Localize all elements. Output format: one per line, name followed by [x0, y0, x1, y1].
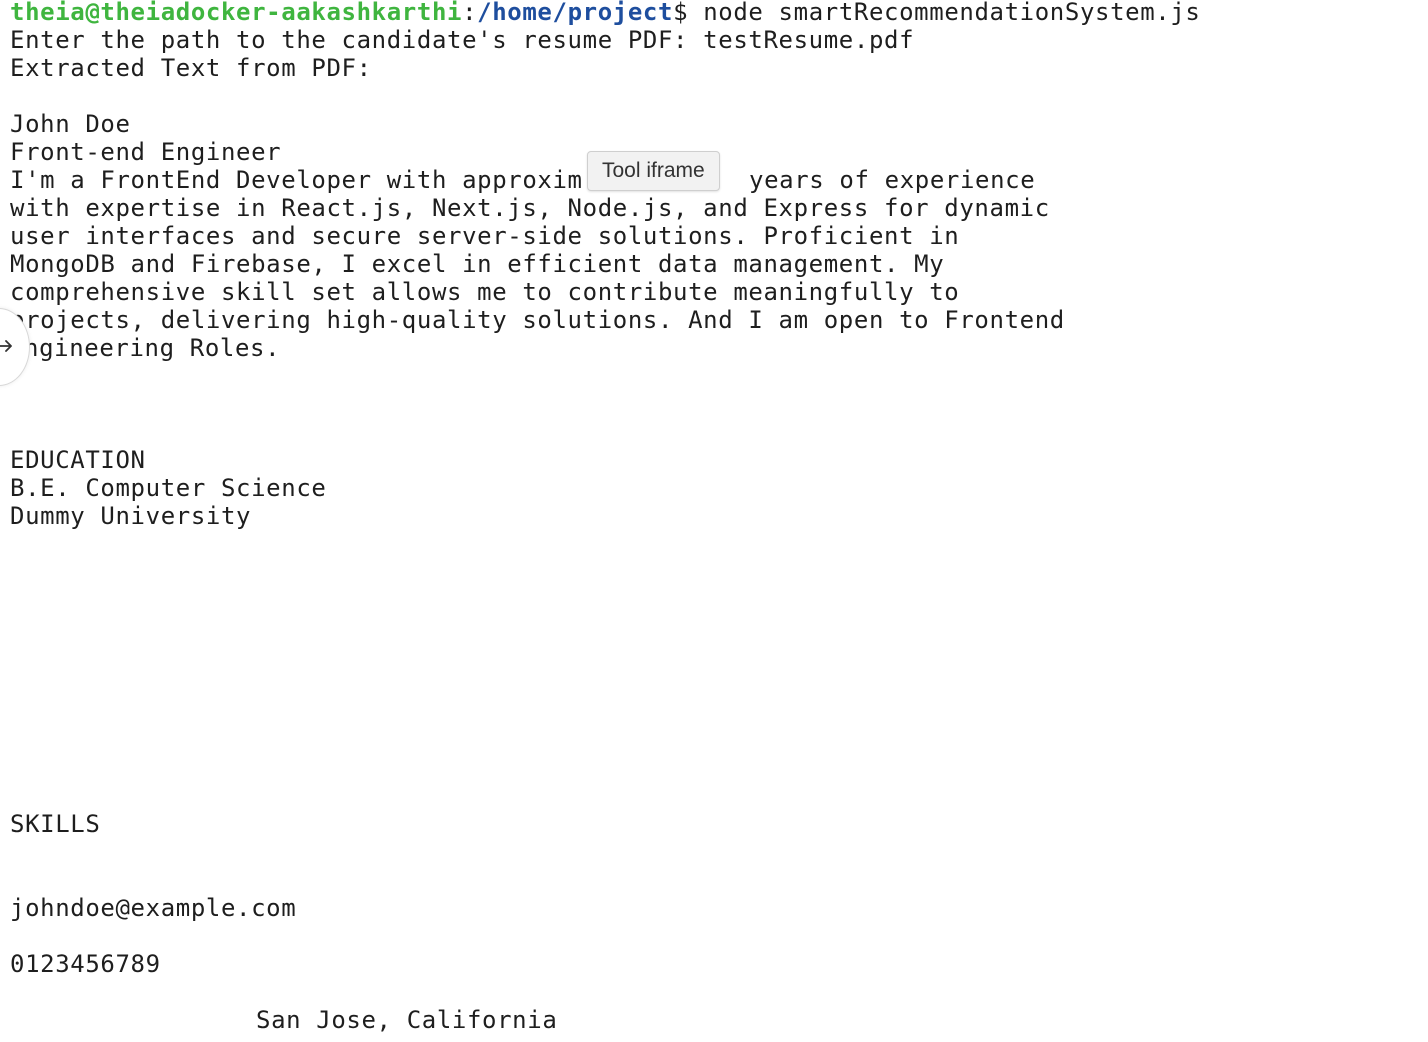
- contact-location: San Jose, California: [256, 1006, 558, 1034]
- prompt-separator: :: [462, 0, 478, 26]
- arrow-right-icon: [0, 340, 12, 352]
- prompt-path: /home/project: [477, 0, 674, 26]
- education-heading: EDUCATION: [10, 446, 146, 474]
- resume-summary-line-5: comprehensive skill set allows me to con…: [10, 278, 960, 306]
- output-extracted-label: Extracted Text from PDF:: [10, 54, 372, 82]
- resume-summary-line-2: with expertise in React.js, Next.js, Nod…: [10, 194, 1050, 222]
- contact-phone: 0123456789: [10, 950, 161, 978]
- prompt-symbol: $: [673, 0, 689, 26]
- resume-summary-line-7: ngineering Roles.: [24, 334, 281, 362]
- resume-summary-line-1: I'm a FrontEnd Developer with approxim: [10, 166, 583, 194]
- prompt-line: theia@theiadocker-aakashkarthi:/home/pro…: [10, 0, 1201, 26]
- contact-email: johndoe@example.com: [10, 894, 297, 922]
- tool-iframe-tooltip: Tool iframe: [587, 151, 720, 191]
- output-path-prompt: Enter the path to the candidate's resume…: [10, 26, 915, 54]
- resume-summary-line-1-tail: years of experience: [749, 166, 1036, 194]
- resume-summary-line-3: user interfaces and secure server-side s…: [10, 222, 960, 250]
- education-degree: B.E. Computer Science: [10, 474, 327, 502]
- skills-heading: SKILLS: [10, 810, 101, 838]
- prompt-command: node smartRecommendationSystem.js: [688, 0, 1201, 26]
- prompt-user-host: theia@theiadocker-aakashkarthi: [10, 0, 463, 26]
- education-university: Dummy University: [10, 502, 252, 530]
- resume-summary-line-6: projects, delivering high-quality soluti…: [10, 306, 1065, 334]
- resume-summary-line-4: MongoDB and Firebase, I excel in efficie…: [10, 250, 945, 278]
- resume-role: Front-end Engineer: [10, 138, 282, 166]
- resume-name: John Doe: [10, 110, 131, 138]
